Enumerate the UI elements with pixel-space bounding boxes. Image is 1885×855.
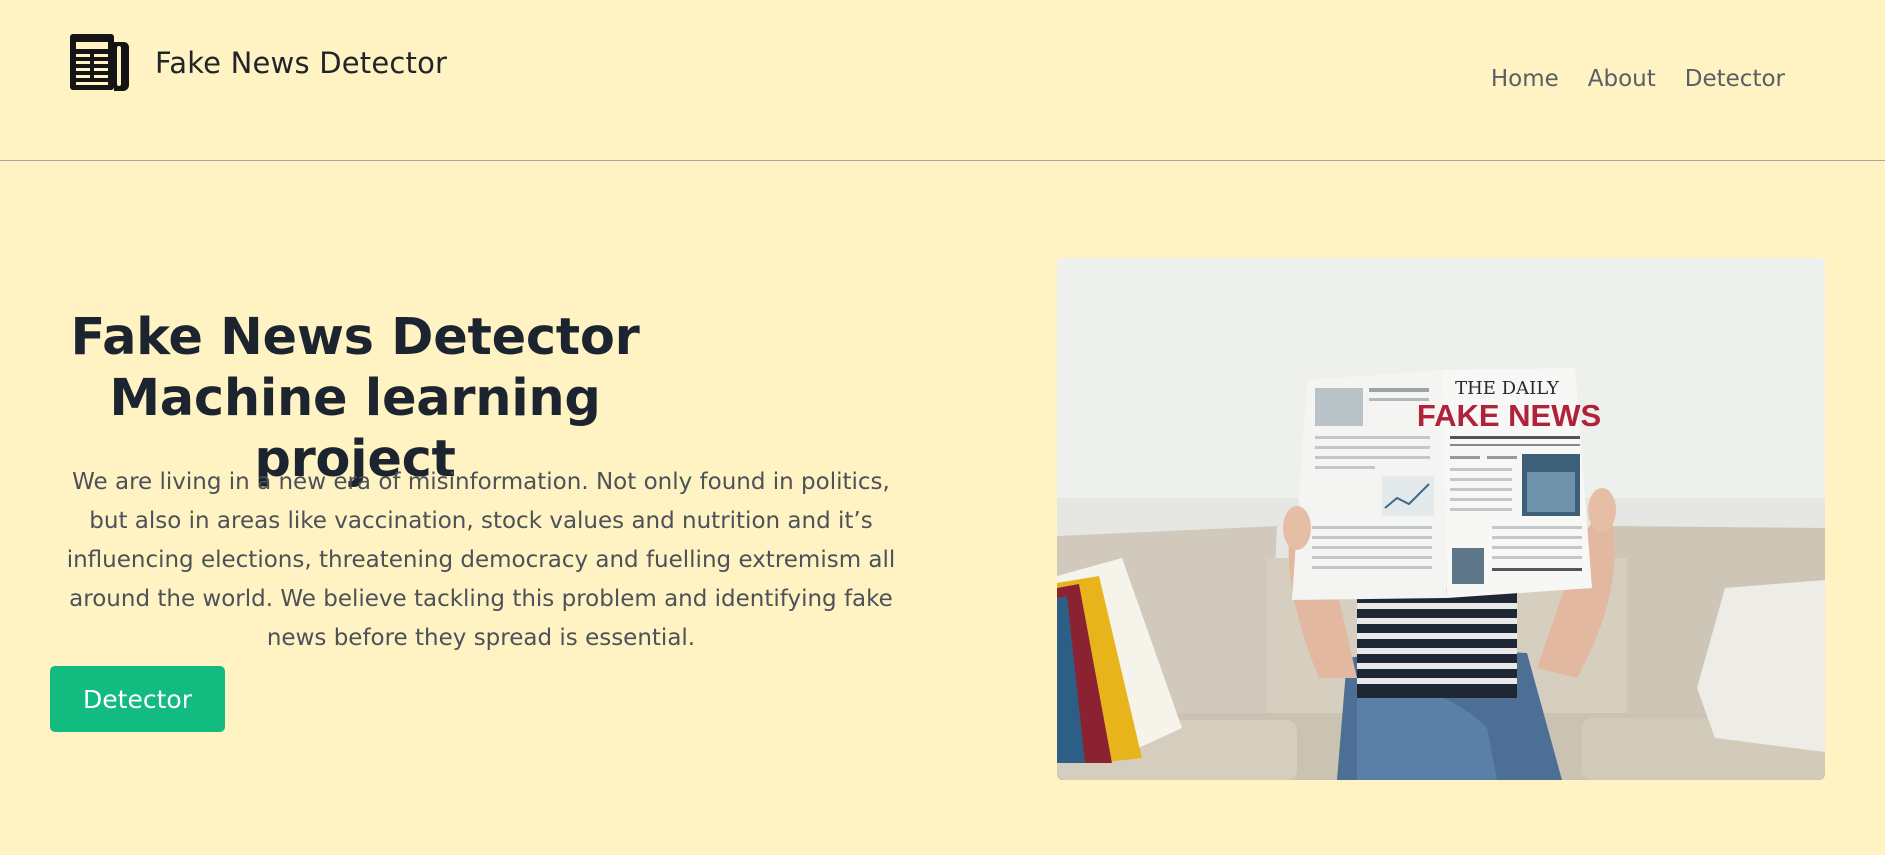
site-header: Fake News Detector Home About Detector [0,0,1885,161]
hero-description: We are living in a new era of misinforma… [66,469,896,651]
main-nav: Home About Detector [1491,66,1785,92]
newspaper-icon [70,34,130,92]
newspaper-masthead: THE DAILY [1455,378,1560,399]
hero-title-line-1: Fake News Detector [70,308,640,367]
nav-link-home[interactable]: Home [1491,66,1559,92]
page: Fake News Detector Home About Detector F… [0,0,1885,855]
brand-name: Fake News Detector [155,46,448,80]
hero-image: THE DAILY FAKE NEWS [1057,258,1825,780]
nav-link-about[interactable]: About [1588,66,1656,92]
nav-link-detector[interactable]: Detector [1685,66,1785,92]
detector-button[interactable]: Detector [50,666,225,732]
brand[interactable]: Fake News Detector [70,34,447,92]
newspaper-headline: FAKE NEWS [1417,398,1601,433]
